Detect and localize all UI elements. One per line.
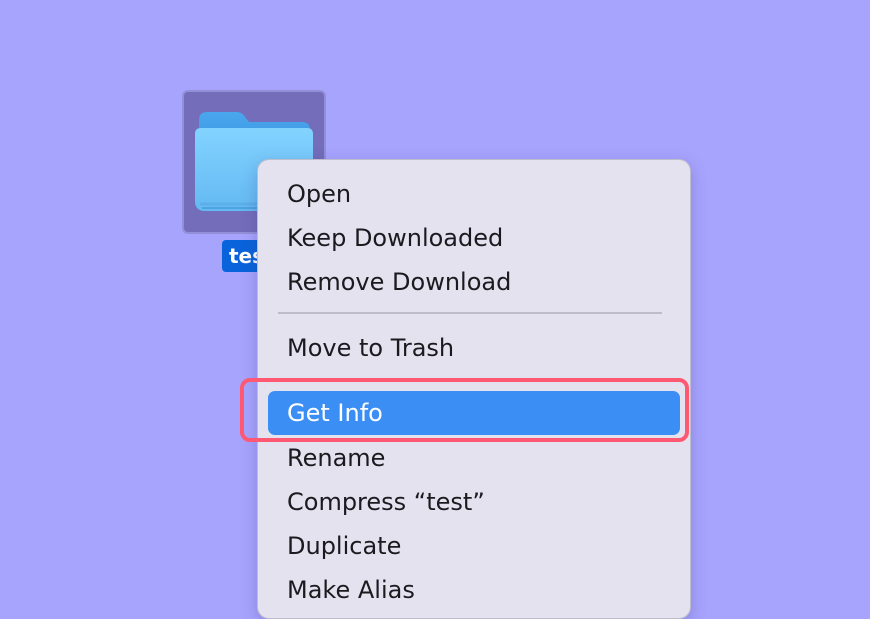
menu-item-duplicate[interactable]: Duplicate bbox=[268, 524, 680, 568]
menu-item-move-to-trash[interactable]: Move to Trash bbox=[268, 326, 680, 370]
menu-item-label: Move to Trash bbox=[287, 334, 455, 362]
menu-item-open[interactable]: Open bbox=[268, 172, 680, 216]
highlight-annotation-ring bbox=[240, 378, 689, 442]
menu-separator bbox=[278, 312, 662, 314]
menu-item-label: Open bbox=[287, 180, 352, 208]
menu-item-label: Compress “test” bbox=[287, 488, 485, 516]
menu-item-keep-downloaded[interactable]: Keep Downloaded bbox=[268, 216, 680, 260]
menu-item-label: Make Alias bbox=[287, 576, 415, 604]
desktop: tes Open Keep Downloaded Remove Download… bbox=[0, 0, 870, 619]
menu-item-compress[interactable]: Compress “test” bbox=[268, 480, 680, 524]
menu-item-remove-download[interactable]: Remove Download bbox=[268, 260, 680, 304]
menu-item-label: Rename bbox=[287, 444, 386, 472]
menu-item-label: Keep Downloaded bbox=[287, 224, 504, 252]
menu-item-label: Duplicate bbox=[287, 532, 402, 560]
menu-item-make-alias[interactable]: Make Alias bbox=[268, 568, 680, 612]
menu-item-label: Remove Download bbox=[287, 268, 512, 296]
menu-item-rename[interactable]: Rename bbox=[268, 436, 680, 480]
